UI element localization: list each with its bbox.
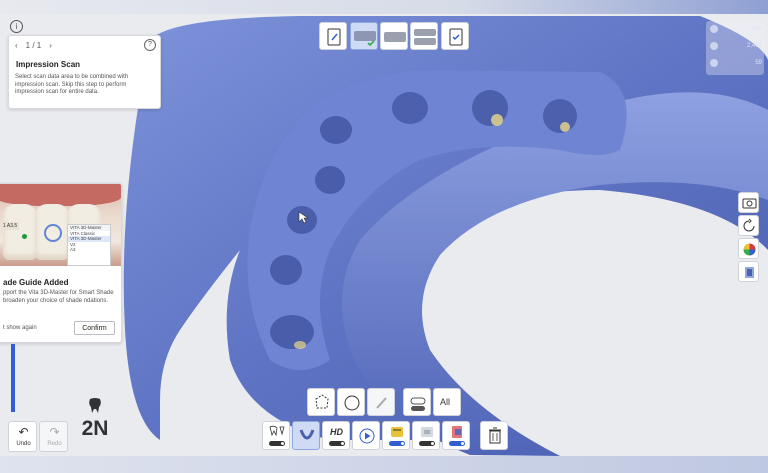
yellow-spot-3 [294,341,306,349]
clipboard-check-icon [449,28,463,46]
select-all-button[interactable]: All [433,388,461,416]
stat-value: 59 [755,60,762,66]
tooth-graphic [3,204,37,260]
guide-description: Select scan data area to be combined wit… [15,74,129,95]
brand-logo: 2N [81,417,109,440]
stage-occlusion-button[interactable] [410,22,438,50]
toggle-switch[interactable] [329,441,345,446]
play-button[interactable] [352,421,380,450]
lower-jaw-icon [384,32,406,42]
camera-view-button[interactable] [738,192,759,213]
ai-scan-button[interactable] [382,421,410,450]
info-icon[interactable]: i [10,20,23,33]
play-icon [359,428,375,444]
upper-jaw-icon [354,31,376,47]
shade-notice-description: pport the Vita 3D-Master for Smart Shade… [3,290,114,304]
clipboard-pencil-icon [327,28,341,46]
impression-scan-guide: ‹ 1 / 1 › ? Impression Scan Select scan … [8,35,161,109]
prep-8 [270,315,314,349]
stage-complete-button[interactable] [441,22,469,50]
arch-scan-button[interactable] [292,421,320,450]
stat-points: 2,461 [710,42,762,50]
prep-5 [315,166,345,194]
shade-preview-image: 1 A3.5 VITA 3D-Master VITA Classic VITA … [0,184,121,266]
confirm-button[interactable]: Confirm [74,321,115,335]
stat-time: 49s [710,25,762,33]
toggle-switch[interactable] [419,441,435,446]
chevron-right-icon[interactable]: › [49,41,52,50]
view-mode-button[interactable] [738,261,759,282]
delete-button[interactable] [480,421,508,450]
gum-graphic [0,184,121,206]
cube-icon [745,267,754,278]
layers-icon [710,42,718,50]
shade-tag: 1 A3.5 [1,222,20,230]
dropdown-option: A3 [70,247,76,252]
camera-icon [742,198,757,209]
guide-page-indicator: 1 / 1 [25,41,42,50]
stage-edit-button[interactable] [319,22,347,50]
undo-icon: ↶ [18,425,29,439]
toggle-switch[interactable] [269,441,285,446]
shade-guide-notice: 1 A3.5 VITA 3D-Master VITA Classic VITA … [0,183,122,343]
toggle-icon [410,397,426,411]
scan-progress-bar [11,344,15,412]
undo-button[interactable]: ↶ Undo [8,421,37,452]
stage-lower-jaw-button[interactable] [380,22,408,50]
yellow-spot-1 [491,114,503,126]
toggle-switch[interactable] [389,441,405,446]
stage-upper-jaw-button[interactable] [350,22,378,50]
undo-label: Undo [16,441,31,447]
guide-pager: ‹ 1 / 1 › [15,41,52,50]
select-all-label: All [440,397,451,407]
smart-scan-button[interactable] [262,421,290,450]
polygon-select-icon [315,394,329,409]
prep-7 [270,255,302,285]
stat-value: 49s [752,26,762,32]
dont-show-again-label[interactable]: t show again [3,325,37,331]
circle-select-button[interactable] [337,388,365,416]
shots-icon [710,59,718,67]
prep-6 [287,206,317,234]
redo-button[interactable]: ↷ Redo [39,421,68,452]
tooth-mascot-icon [89,398,101,413]
yellow-spot-2 [560,122,570,132]
occlusion-icon [414,29,436,45]
prep-1 [320,116,352,144]
stat-count: 59 [710,59,762,67]
help-icon[interactable]: ? [144,39,156,51]
rotate-button[interactable] [738,215,759,236]
shade-point-marker [22,234,27,239]
brush-icon [376,397,387,409]
arch-icon [299,429,315,440]
circle-select-icon [344,395,360,411]
brand-mark: 2N [70,397,120,447]
scan-stats: 49s 2,461 59 [706,21,764,75]
color-mode-button[interactable] [738,238,759,259]
hd-scan-button[interactable]: HD [322,421,350,450]
color-wheel-icon [743,243,756,256]
shade-ring-marker [44,224,62,242]
toggle-switch[interactable] [449,441,465,446]
brush-select-button[interactable] [367,388,395,416]
hd-label: HD [330,427,343,437]
scan-filter-button[interactable] [412,421,440,450]
color-filter-button[interactable] [442,421,470,450]
stat-value: 2,461 [746,43,762,49]
lasso-select-button[interactable] [307,388,335,416]
prep-4 [543,99,577,133]
prep-2 [392,92,428,124]
redo-icon: ↷ [49,425,60,439]
shade-notice-title: ade Guide Added [3,278,69,287]
clock-icon [710,25,718,33]
redo-label: Redo [47,441,62,447]
rotate-icon [743,218,755,232]
guide-title: Impression Scan [16,60,81,69]
shade-dropdown-preview: VITA 3D-Master VITA Classic VITA 3D-Mast… [67,224,111,266]
chevron-left-icon[interactable]: ‹ [15,41,18,50]
trash-icon [489,427,501,444]
deselect-button[interactable] [403,388,431,416]
